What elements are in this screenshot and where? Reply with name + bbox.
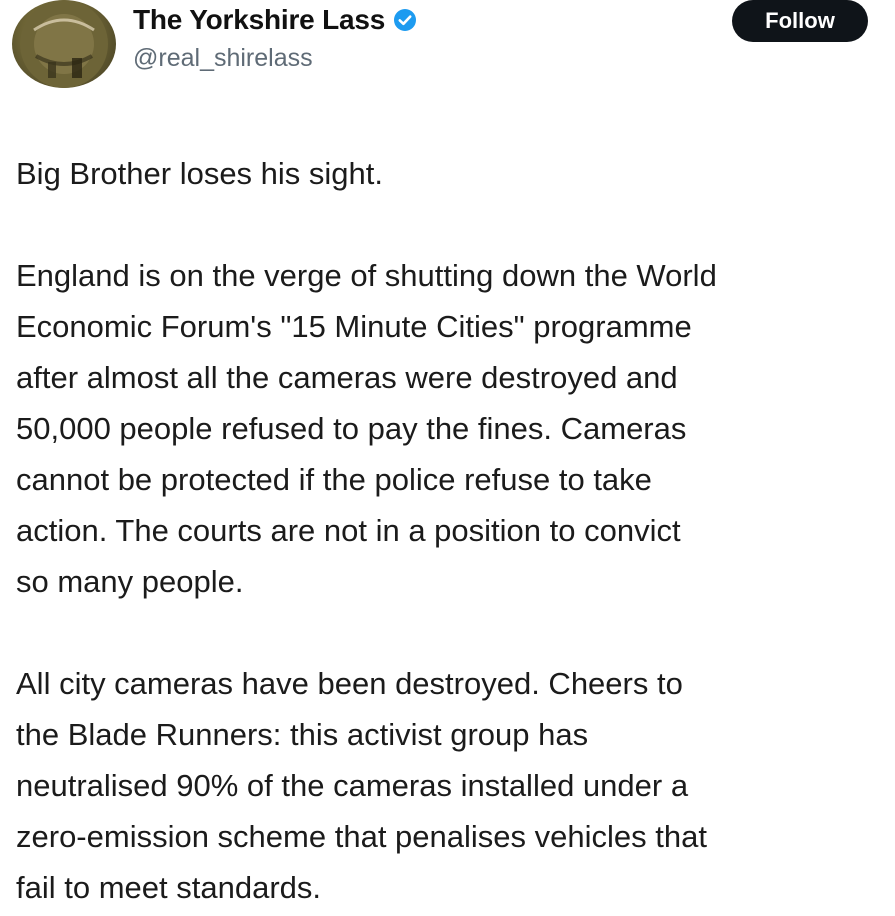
avatar-image	[20, 0, 108, 88]
tweet-card: The Yorkshire Lass @real_shirelass Follo…	[0, 0, 895, 916]
follow-button[interactable]: Follow	[732, 0, 868, 42]
display-name[interactable]: The Yorkshire Lass	[133, 4, 385, 36]
verified-badge-icon	[393, 8, 417, 32]
tweet-paragraph: Big Brother loses his sight.	[16, 156, 384, 191]
tweet-paragraph: All city cameras have been destroyed. Ch…	[16, 666, 707, 905]
user-handle[interactable]: @real_shirelass	[133, 44, 417, 73]
avatar[interactable]	[12, 0, 116, 88]
tweet-header: The Yorkshire Lass @real_shirelass Follo…	[0, 0, 895, 100]
tweet-paragraph: England is on the verge of shutting down…	[16, 258, 717, 599]
tweet-text: Big Brother loses his sight. England is …	[16, 148, 882, 913]
name-row: The Yorkshire Lass	[133, 0, 417, 40]
author-info: The Yorkshire Lass @real_shirelass	[133, 0, 417, 73]
